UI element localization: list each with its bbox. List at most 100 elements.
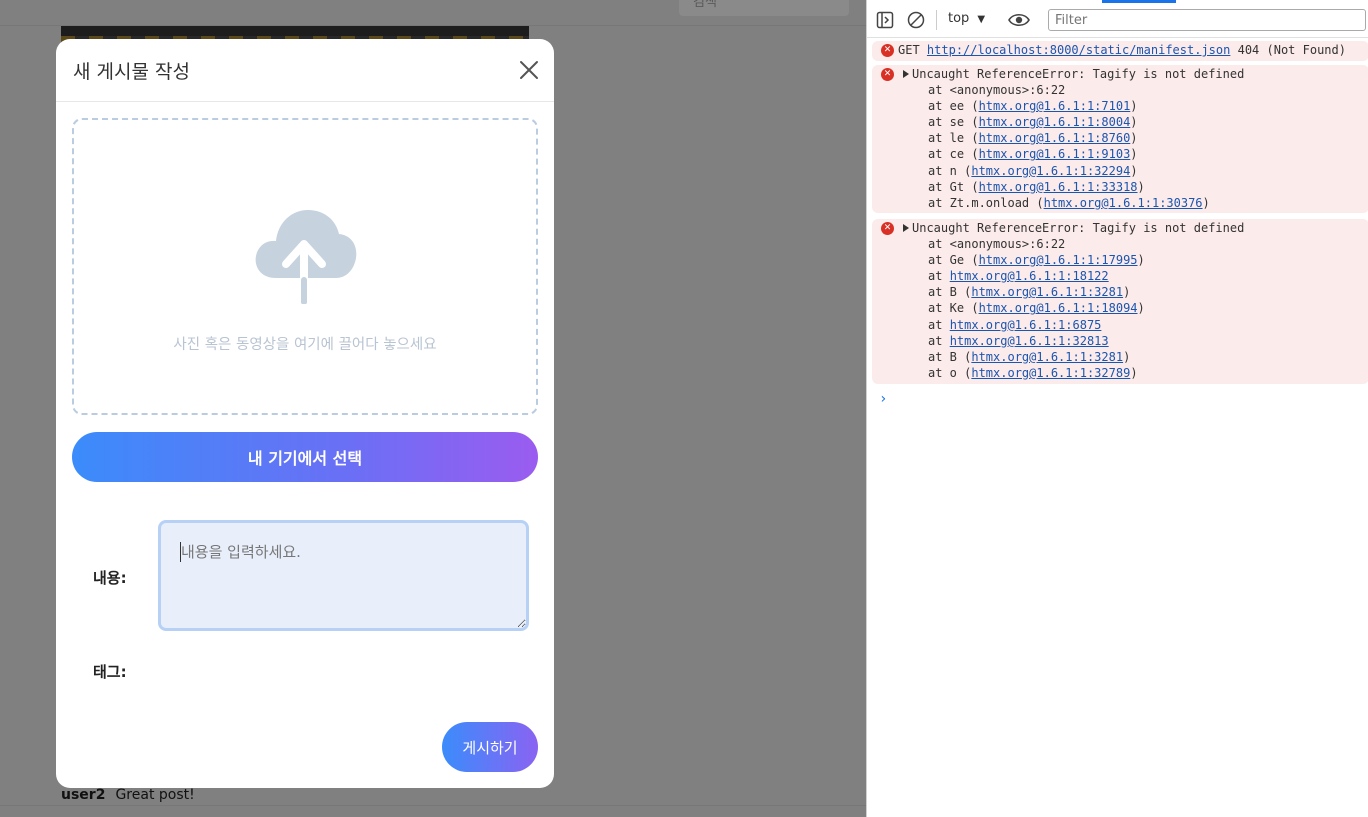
stack-frame: at se (htmx.org@1.6.1:1:8004) bbox=[928, 115, 1138, 129]
error-icon: ✕ bbox=[881, 44, 894, 57]
stack-frame: at le (htmx.org@1.6.1:1:8760) bbox=[928, 131, 1138, 145]
active-tab-indicator bbox=[1102, 0, 1176, 3]
stack-frame: at Gt (htmx.org@1.6.1:1:33318) bbox=[928, 180, 1145, 194]
source-link[interactable]: htmx.org@1.6.1:1:33318 bbox=[979, 180, 1138, 194]
stack-frame: at Ge (htmx.org@1.6.1:1:17995) bbox=[928, 253, 1145, 267]
stack-frame-text: at Zt.m.onload ( bbox=[928, 195, 1044, 210]
expand-triangle-icon[interactable] bbox=[903, 70, 909, 78]
stack-frame-suffix: ) bbox=[1130, 131, 1138, 146]
stack-frame-suffix: ) bbox=[1130, 163, 1138, 178]
console-error-entry: ✕ GET http://localhost:8000/static/manif… bbox=[872, 41, 1368, 61]
source-link[interactable]: htmx.org@1.6.1:1:3281 bbox=[971, 350, 1123, 364]
console-prompt[interactable]: › bbox=[879, 391, 887, 407]
source-link[interactable]: htmx.org@1.6.1:1:8004 bbox=[979, 115, 1131, 129]
comment-item: user2 Great post! bbox=[61, 787, 195, 803]
content-field-wrap bbox=[158, 520, 529, 631]
stack-frame: at ee (htmx.org@1.6.1:1:7101) bbox=[928, 99, 1138, 113]
stack-frame: at htmx.org@1.6.1:1:32813 bbox=[928, 334, 1109, 348]
clear-console-icon[interactable] bbox=[907, 11, 925, 29]
console-line: GET http://localhost:8000/static/manifes… bbox=[898, 43, 1346, 57]
text-caret bbox=[180, 542, 181, 562]
stack-frame: at Zt.m.onload (htmx.org@1.6.1:1:30376) bbox=[928, 196, 1210, 210]
page-bottom-divider bbox=[0, 805, 866, 806]
stack-frame: at ce (htmx.org@1.6.1:1:9103) bbox=[928, 147, 1138, 161]
modal-title: 새 게시물 작성 bbox=[73, 61, 190, 83]
stack-frame: at B (htmx.org@1.6.1:1:3281) bbox=[928, 350, 1130, 364]
close-icon[interactable] bbox=[518, 59, 540, 81]
request-url-link[interactable]: http://localhost:8000/static/manifest.js… bbox=[927, 43, 1230, 57]
source-link[interactable]: htmx.org@1.6.1:1:3281 bbox=[971, 285, 1123, 299]
devtools-panel: top ▼ ✕ GET http://localhost:8000/static/… bbox=[866, 0, 1368, 817]
source-link[interactable]: htmx.org@1.6.1:1:6875 bbox=[950, 318, 1102, 332]
source-link[interactable]: htmx.org@1.6.1:1:32789 bbox=[971, 366, 1130, 380]
comment-user[interactable]: user2 bbox=[61, 787, 105, 803]
stack-frame-suffix: ) bbox=[1137, 253, 1145, 268]
stack-frame-text: at Ge ( bbox=[928, 253, 979, 268]
content-label: 내용: bbox=[93, 569, 127, 587]
stack-frame-suffix: ) bbox=[1123, 349, 1131, 364]
stack-frame: at htmx.org@1.6.1:1:18122 bbox=[928, 269, 1109, 283]
error-icon: ✕ bbox=[881, 222, 894, 235]
stack-frame-text: at ee ( bbox=[928, 99, 979, 114]
console-filter-input[interactable] bbox=[1048, 9, 1366, 31]
error-text: Uncaught ReferenceError: Tagify is not d… bbox=[912, 67, 1245, 81]
error-text: Uncaught ReferenceError: Tagify is not d… bbox=[912, 221, 1245, 235]
source-link[interactable]: htmx.org@1.6.1:1:7101 bbox=[979, 99, 1131, 113]
stack-frame-suffix: ) bbox=[1130, 99, 1138, 114]
stack-frame-text: at o ( bbox=[928, 365, 972, 380]
select-from-device-button[interactable]: 내 기기에서 선택 bbox=[72, 432, 538, 482]
error-message[interactable]: Uncaught ReferenceError: Tagify is not d… bbox=[903, 221, 1244, 235]
tags-label: 태그: bbox=[93, 663, 127, 681]
stack-frame-text: at B ( bbox=[928, 285, 972, 300]
stack-frame: at n (htmx.org@1.6.1:1:32294) bbox=[928, 164, 1138, 178]
stack-frame-text: at le ( bbox=[928, 131, 979, 146]
stack-frame-suffix: ) bbox=[1130, 147, 1138, 162]
source-link[interactable]: htmx.org@1.6.1:1:30376 bbox=[1044, 196, 1203, 210]
stack-frame-suffix: ) bbox=[1130, 365, 1138, 380]
cloud-upload-icon bbox=[255, 210, 357, 304]
request-status: 404 (Not Found) bbox=[1237, 43, 1346, 57]
stack-frame-text: at n ( bbox=[928, 163, 972, 178]
stack-frame-text: at Ke ( bbox=[928, 301, 979, 316]
comment-text: Great post! bbox=[115, 787, 195, 803]
request-method: GET bbox=[898, 43, 920, 57]
error-icon: ✕ bbox=[881, 68, 894, 81]
stack-frame-text: at B ( bbox=[928, 349, 972, 364]
stack-frame-text: at Gt ( bbox=[928, 179, 979, 194]
console-toolbar: top ▼ bbox=[867, 0, 1368, 38]
stack-frame-text: at bbox=[928, 317, 950, 332]
error-message[interactable]: Uncaught ReferenceError: Tagify is not d… bbox=[903, 67, 1244, 81]
post-submit-button[interactable]: 게시하기 bbox=[442, 722, 538, 772]
stack-frame-text: at <anonymous>:6:22 bbox=[928, 237, 1066, 251]
source-link[interactable]: htmx.org@1.6.1:1:9103 bbox=[979, 147, 1131, 161]
stack-frame-text: at ce ( bbox=[928, 147, 979, 162]
stack-frame-suffix: ) bbox=[1123, 285, 1131, 300]
stack-frame-text: at bbox=[928, 269, 950, 284]
dropdown-arrow-icon: ▼ bbox=[977, 14, 986, 25]
source-link[interactable]: htmx.org@1.6.1:1:8760 bbox=[979, 131, 1131, 145]
stack-frame: at htmx.org@1.6.1:1:6875 bbox=[928, 318, 1101, 332]
stack-frame-suffix: ) bbox=[1130, 115, 1138, 130]
source-link[interactable]: htmx.org@1.6.1:1:32294 bbox=[971, 164, 1130, 178]
file-dropzone[interactable]: 사진 혹은 동영상을 여기에 끌어다 놓으세요 bbox=[72, 118, 538, 415]
modal-header: 새 게시물 작성 bbox=[56, 39, 554, 102]
console-error-entry: ✕ Uncaught ReferenceError: Tagify is not… bbox=[872, 219, 1368, 384]
source-link[interactable]: htmx.org@1.6.1:1:32813 bbox=[950, 334, 1109, 348]
search-box-partial[interactable]: 검색 bbox=[679, 0, 849, 16]
context-label: top bbox=[948, 11, 970, 26]
stack-frame-suffix: ) bbox=[1137, 179, 1145, 194]
toolbar-separator bbox=[936, 10, 937, 30]
stack-frame: at <anonymous>:6:22 bbox=[928, 237, 1065, 251]
stack-frame-text: at bbox=[928, 333, 950, 348]
stack-frame: at o (htmx.org@1.6.1:1:32789) bbox=[928, 366, 1138, 380]
content-textarea[interactable] bbox=[158, 520, 529, 631]
source-link[interactable]: htmx.org@1.6.1:1:18094 bbox=[979, 301, 1138, 315]
dropzone-hint: 사진 혹은 동영상을 여기에 끌어다 놓으세요 bbox=[173, 337, 437, 353]
sidebar-toggle-icon[interactable] bbox=[876, 11, 894, 29]
context-selector[interactable]: top ▼ bbox=[948, 11, 985, 26]
eye-icon[interactable] bbox=[1008, 11, 1030, 29]
stack-frame-text: at <anonymous>:6:22 bbox=[928, 83, 1066, 97]
source-link[interactable]: htmx.org@1.6.1:1:17995 bbox=[979, 253, 1138, 267]
expand-triangle-icon[interactable] bbox=[903, 224, 909, 232]
source-link[interactable]: htmx.org@1.6.1:1:18122 bbox=[950, 269, 1109, 283]
